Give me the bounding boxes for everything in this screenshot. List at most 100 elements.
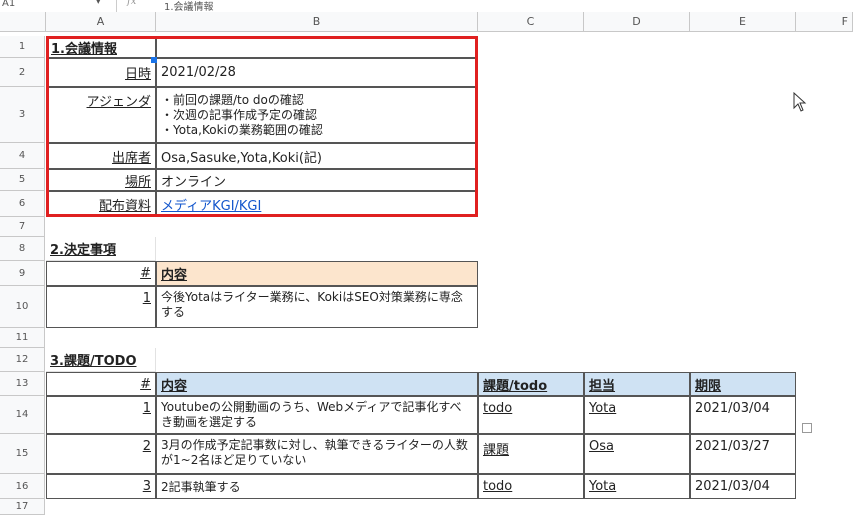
row-header-2[interactable]: 2 (0, 58, 45, 87)
select-all-corner[interactable] (0, 12, 46, 32)
column-header-a[interactable]: A (46, 12, 156, 32)
cell-e14[interactable]: 2021/03/04 (690, 396, 796, 434)
decisions-content-header: 内容 (161, 268, 188, 283)
column-header-f[interactable]: F (796, 12, 853, 32)
cell-a6[interactable]: 配布資料 (46, 191, 156, 217)
todo-content: Youtubeの公開動画のうち、Webメディアで記事化すべき動画を選定する (161, 400, 462, 429)
column-header-b[interactable]: B (156, 12, 478, 32)
todo-due-header: 期限 (695, 378, 722, 394)
todo-num: 3 (142, 479, 151, 494)
cell-b16[interactable]: 2記事執筆する (156, 474, 478, 499)
column-header-e[interactable]: E (690, 12, 796, 32)
cell-a2[interactable]: 日時 (46, 58, 156, 87)
cell-d16[interactable]: Yota (584, 474, 690, 499)
mouse-pointer-icon (793, 91, 807, 116)
cell-a12[interactable]: 3.課題/TODO (46, 348, 156, 372)
cell-c16[interactable]: todo (478, 474, 584, 499)
row-header-10[interactable]: 10 (0, 286, 45, 328)
cell-a8[interactable]: 2.決定事項 (46, 237, 156, 261)
cell-b10[interactable]: 今後Yotaはライター業務に、KokiはSEO対策業務に専念する (156, 286, 478, 328)
todo-type: todo (483, 401, 513, 416)
cell-a15[interactable]: 2 (46, 434, 156, 474)
row-header-7[interactable]: 7 (0, 217, 45, 237)
cell-a14[interactable]: 1 (46, 396, 156, 434)
cell-b2[interactable]: 2021/02/28 (156, 58, 478, 87)
date-value: 2021/02/28 (161, 65, 236, 80)
row-header-5[interactable]: 5 (0, 169, 45, 191)
todo-type-header: 課題/todo (483, 378, 548, 394)
cell-a9[interactable]: # (46, 261, 156, 286)
todo-due: 2021/03/04 (695, 401, 770, 416)
place-label: 場所 (124, 174, 151, 190)
column-header-c[interactable]: C (478, 12, 584, 32)
todo-owner: Osa (589, 439, 614, 454)
todo-due: 2021/03/27 (695, 439, 770, 454)
cell-a10[interactable]: 1 (46, 286, 156, 328)
cell-b6[interactable]: メディアKGI/KGI (156, 191, 478, 217)
cell-a4[interactable]: 出席者 (46, 143, 156, 169)
attendees-value: Osa,Sasuke,Yota,Koki(記) (161, 150, 323, 166)
agenda-item: ・前回の課題/to doの確認 (161, 92, 304, 107)
row-header-11[interactable]: 11 (0, 328, 45, 348)
row-header-17[interactable]: 17 (0, 499, 45, 515)
todo-owner: Yota (589, 479, 617, 494)
cell-e16[interactable]: 2021/03/04 (690, 474, 796, 499)
decision-num: 1 (142, 291, 151, 306)
date-label: 日時 (124, 67, 151, 82)
cell-e15[interactable]: 2021/03/27 (690, 434, 796, 474)
cell-c13[interactable]: 課題/todo (478, 372, 584, 396)
row-header-15[interactable]: 15 (0, 434, 45, 474)
row-header-9[interactable]: 9 (0, 261, 45, 286)
checkbox[interactable] (802, 423, 812, 433)
cell-c15[interactable]: 課題 (478, 434, 584, 474)
cell-a13[interactable]: # (46, 372, 156, 396)
todo-num: 2 (142, 439, 151, 454)
todo-num: 1 (142, 401, 151, 416)
name-box[interactable]: A1 (2, 0, 15, 9)
cell-e13[interactable]: 期限 (690, 372, 796, 396)
todo-type: 課題 (483, 443, 510, 458)
agenda-item: ・Yota,Kokiの業務範囲の確認 (161, 122, 323, 137)
todo-content: 3月の作成予定記事数に対し、執筆できるライターの人数が1~2名ほど足りていない (161, 438, 468, 467)
cell-d15[interactable]: Osa (584, 434, 690, 474)
meeting-info-title: 1.会議情報 (51, 41, 117, 57)
cell-d13[interactable]: 担当 (584, 372, 690, 396)
row-header-6[interactable]: 6 (0, 191, 45, 217)
materials-link[interactable]: メディアKGI/KGI (161, 195, 261, 214)
cell-a5[interactable]: 場所 (46, 169, 156, 191)
row-header-14[interactable]: 14 (0, 396, 45, 434)
row-header-13[interactable]: 13 (0, 372, 45, 396)
cell-d14[interactable]: Yota (584, 396, 690, 434)
row-header-12[interactable]: 12 (0, 348, 45, 372)
row-header-16[interactable]: 16 (0, 474, 45, 499)
place-value: オンライン (161, 174, 227, 190)
cell-b1[interactable] (156, 36, 478, 58)
todo-num-header: # (140, 376, 151, 392)
cell-c14[interactable]: todo (478, 396, 584, 434)
decisions-num-header: # (140, 266, 151, 281)
fx-icon: fx (127, 0, 137, 7)
cell-a3[interactable]: アジェンダ (46, 87, 156, 143)
cell-b4[interactable]: Osa,Sasuke,Yota,Koki(記) (156, 143, 478, 169)
cell-a16[interactable]: 3 (46, 474, 156, 499)
todo-type: todo (483, 479, 513, 494)
chevron-down-icon[interactable]: ▾ (96, 0, 101, 7)
todo-content-header: 内容 (161, 378, 188, 394)
cell-a1[interactable]: 1.会議情報 (46, 36, 156, 58)
todo-title: 3.課題/TODO (50, 354, 137, 369)
attendees-label: 出席者 (111, 150, 151, 166)
cell-b15[interactable]: 3月の作成予定記事数に対し、執筆できるライターの人数が1~2名ほど足りていない (156, 434, 478, 474)
cell-b13[interactable]: 内容 (156, 372, 478, 396)
todo-owner: Yota (589, 401, 617, 416)
selection-handle[interactable] (151, 57, 157, 63)
column-header-d[interactable]: D (584, 12, 690, 32)
row-header-8[interactable]: 8 (0, 237, 45, 261)
cell-b5[interactable]: オンライン (156, 169, 478, 191)
row-header-4[interactable]: 4 (0, 143, 45, 169)
cell-b3[interactable]: ・前回の課題/to doの確認 ・次週の記事作成予定の確認 ・Yota,Koki… (156, 87, 478, 143)
row-header-3[interactable]: 3 (0, 87, 45, 143)
cell-b9[interactable]: 内容 (156, 261, 478, 286)
row-header-1[interactable]: 1 (0, 36, 45, 58)
decision-content: 今後Yotaはライター業務に、KokiはSEO対策業務に専念する (161, 290, 463, 319)
cell-b14[interactable]: Youtubeの公開動画のうち、Webメディアで記事化すべき動画を選定する (156, 396, 478, 434)
